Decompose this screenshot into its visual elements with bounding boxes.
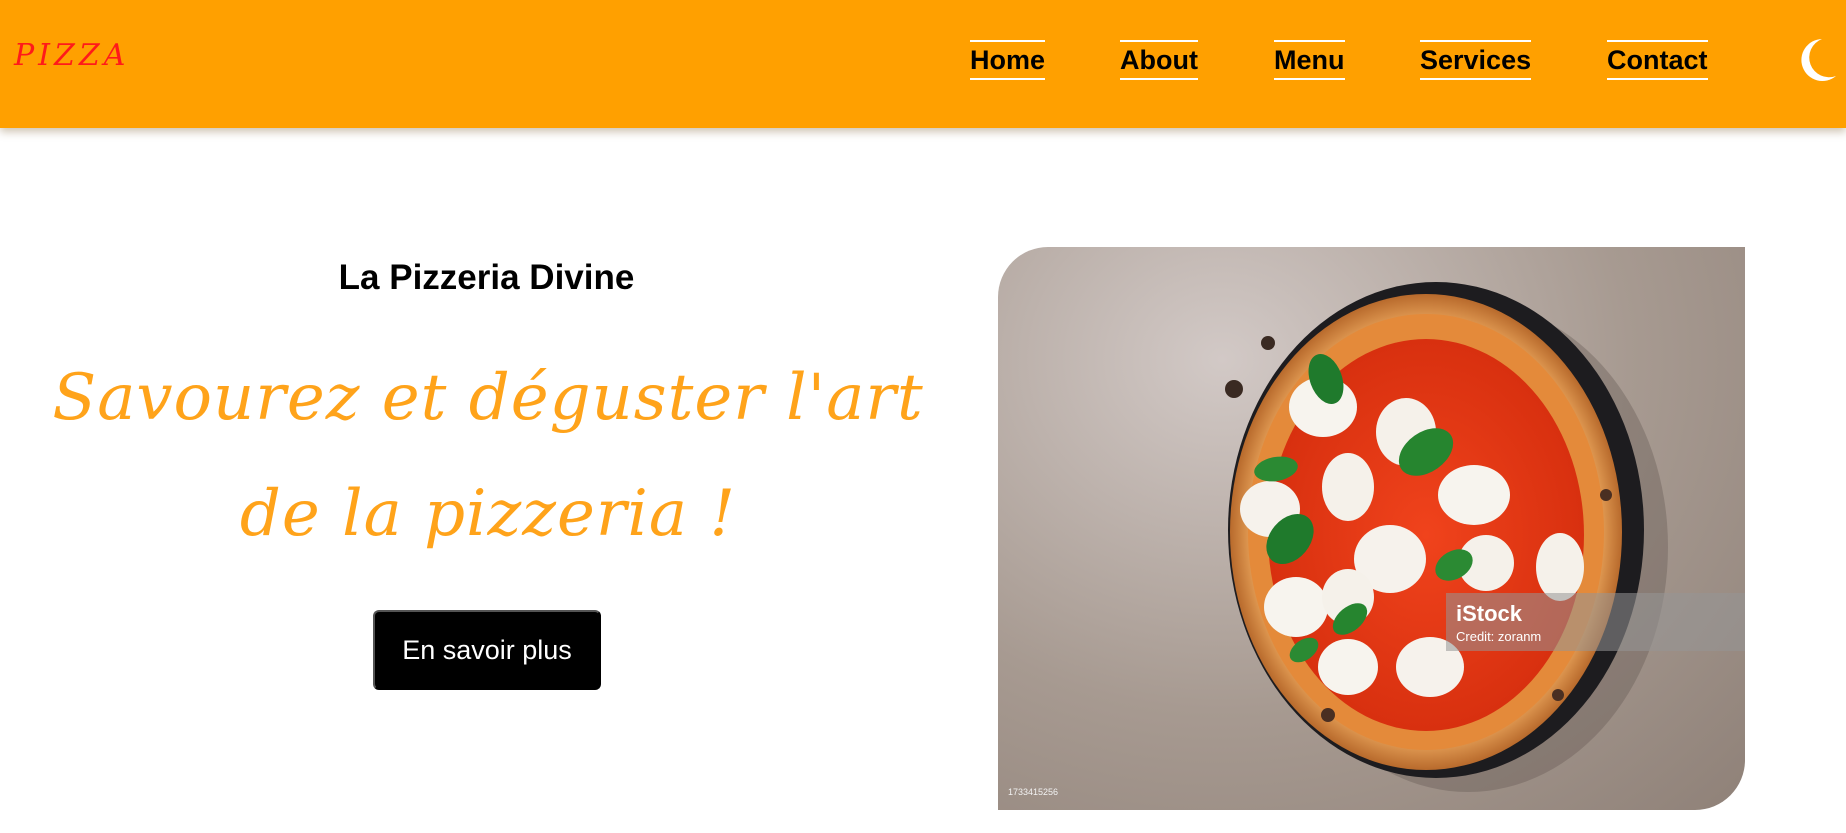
logo[interactable]: PIZZA <box>14 38 129 73</box>
istock-watermark: iStock <box>1456 601 1523 626</box>
stock-id: 1733415256 <box>1008 787 1059 797</box>
hero-title: La Pizzeria Divine <box>338 258 635 297</box>
pizza-illustration <box>1225 282 1668 792</box>
nav-link-menu[interactable]: Menu <box>1274 40 1345 80</box>
pizza-image: iStock Credit: zoranm 1733415256 <box>998 247 1745 810</box>
nav-link-contact[interactable]: Contact <box>1607 40 1708 80</box>
nav-link-home[interactable]: Home <box>970 40 1046 80</box>
hero-slogan: Savourez et déguster l'art de la pizzeri… <box>52 361 924 551</box>
image-credit: Credit: zoranm <box>1456 629 1542 644</box>
moon-icon[interactable] <box>1796 36 1838 84</box>
nav-link-services[interactable]: Services <box>1420 40 1532 80</box>
learn-more-button[interactable]: En savoir plus <box>373 610 601 690</box>
navbar: PIZZA Home About Menu Services Contact <box>0 0 1846 128</box>
watermark-panel: iStock Credit: zoranm <box>1446 593 1745 651</box>
nav-link-about[interactable]: About <box>1120 40 1198 80</box>
